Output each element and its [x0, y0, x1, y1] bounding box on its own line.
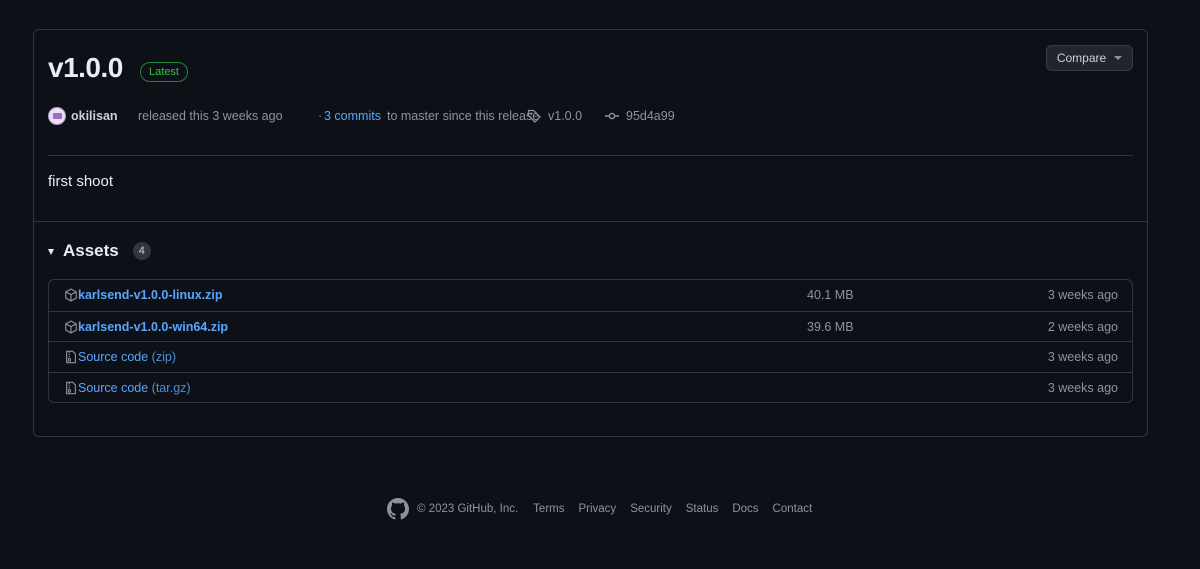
- assets-divider: [34, 221, 1147, 222]
- tag-link[interactable]: v1.0.0: [548, 106, 582, 126]
- asset-size: 40.1 MB: [807, 288, 854, 302]
- asset-link[interactable]: karlsend-v1.0.0-linux.zip: [78, 280, 223, 310]
- asset-date: 3 weeks ago: [1047, 288, 1118, 302]
- asset-link[interactable]: karlsend-v1.0.0-win64.zip: [78, 312, 228, 342]
- release-notes: first shoot: [48, 173, 114, 190]
- asset-link-text: Source code: [78, 350, 149, 364]
- source-code-zip-link[interactable]: Source code (zip): [78, 342, 176, 372]
- asset-date: 3 weeks ago: [1047, 350, 1118, 364]
- footer-link-privacy[interactable]: Privacy: [578, 503, 616, 515]
- commit-icon: [604, 106, 620, 126]
- package-icon: [64, 288, 78, 302]
- list-item: karlsend-v1.0.0-win64.zip 39.6 MB 2 week…: [49, 310, 1132, 342]
- commits-link[interactable]: 3 commits: [324, 106, 381, 126]
- footer-copyright: © 2023 GitHub, Inc.: [417, 503, 519, 515]
- compare-label: Compare: [1056, 51, 1107, 65]
- triangle-down-icon: [48, 249, 54, 255]
- assets-title: Assets: [63, 241, 119, 260]
- commits-suffix: to master since this release: [387, 109, 540, 123]
- list-item: Source code (tar.gz) 3 weeks ago: [49, 371, 1132, 403]
- footer-link-docs[interactable]: Docs: [732, 503, 758, 515]
- asset-ext: (tar.gz): [151, 380, 191, 395]
- list-item: Source code (zip) 3 weeks ago: [49, 341, 1132, 372]
- source-code-targz-link[interactable]: Source code (tar.gz): [78, 373, 191, 403]
- tag-icon: [526, 106, 542, 126]
- avatar[interactable]: [48, 107, 66, 125]
- asset-link-text: Source code: [78, 380, 149, 395]
- release-title[interactable]: v1.0.0: [48, 52, 123, 84]
- asset-size: 39.6 MB: [807, 319, 854, 334]
- chevron-down-icon: [1114, 56, 1123, 60]
- footer-link-terms[interactable]: Terms: [533, 503, 564, 515]
- header-divider: [48, 155, 1133, 156]
- footer: © 2023 GitHub, Inc. Terms Privacy Securi…: [387, 498, 826, 520]
- release-meta: okilisan released this 3 weeks ago · 3 c…: [48, 106, 1128, 126]
- avatar-image: [52, 113, 62, 119]
- release-card: v1.0.0 Latest Compare okilisan released …: [33, 29, 1148, 437]
- file-zip-icon: [64, 350, 78, 364]
- package-icon: [64, 319, 78, 334]
- assets-list: karlsend-v1.0.0-linux.zip 40.1 MB 3 week…: [48, 279, 1133, 403]
- author-link[interactable]: okilisan: [71, 106, 118, 126]
- asset-date: 3 weeks ago: [1047, 380, 1118, 395]
- list-item: karlsend-v1.0.0-linux.zip 40.1 MB 3 week…: [49, 280, 1132, 311]
- commit-link[interactable]: 95d4a99: [626, 106, 675, 126]
- asset-date: 2 weeks ago: [1047, 319, 1118, 334]
- asset-ext: (zip): [151, 350, 176, 364]
- user-avatar-wrap[interactable]: [48, 106, 66, 126]
- github-logo-icon[interactable]: [387, 498, 409, 520]
- footer-link-contact[interactable]: Contact: [773, 503, 813, 515]
- compare-button[interactable]: Compare: [1046, 45, 1133, 71]
- commits-separator: ·: [318, 109, 323, 123]
- assets-toggle[interactable]: Assets 4: [48, 241, 151, 261]
- file-zip-icon: [64, 381, 78, 395]
- latest-badge: Latest: [140, 62, 188, 82]
- footer-link-status[interactable]: Status: [686, 503, 719, 515]
- footer-link-security[interactable]: Security: [630, 503, 672, 515]
- assets-count-badge: 4: [132, 242, 151, 260]
- released-text: released this 3 weeks ago: [138, 109, 283, 123]
